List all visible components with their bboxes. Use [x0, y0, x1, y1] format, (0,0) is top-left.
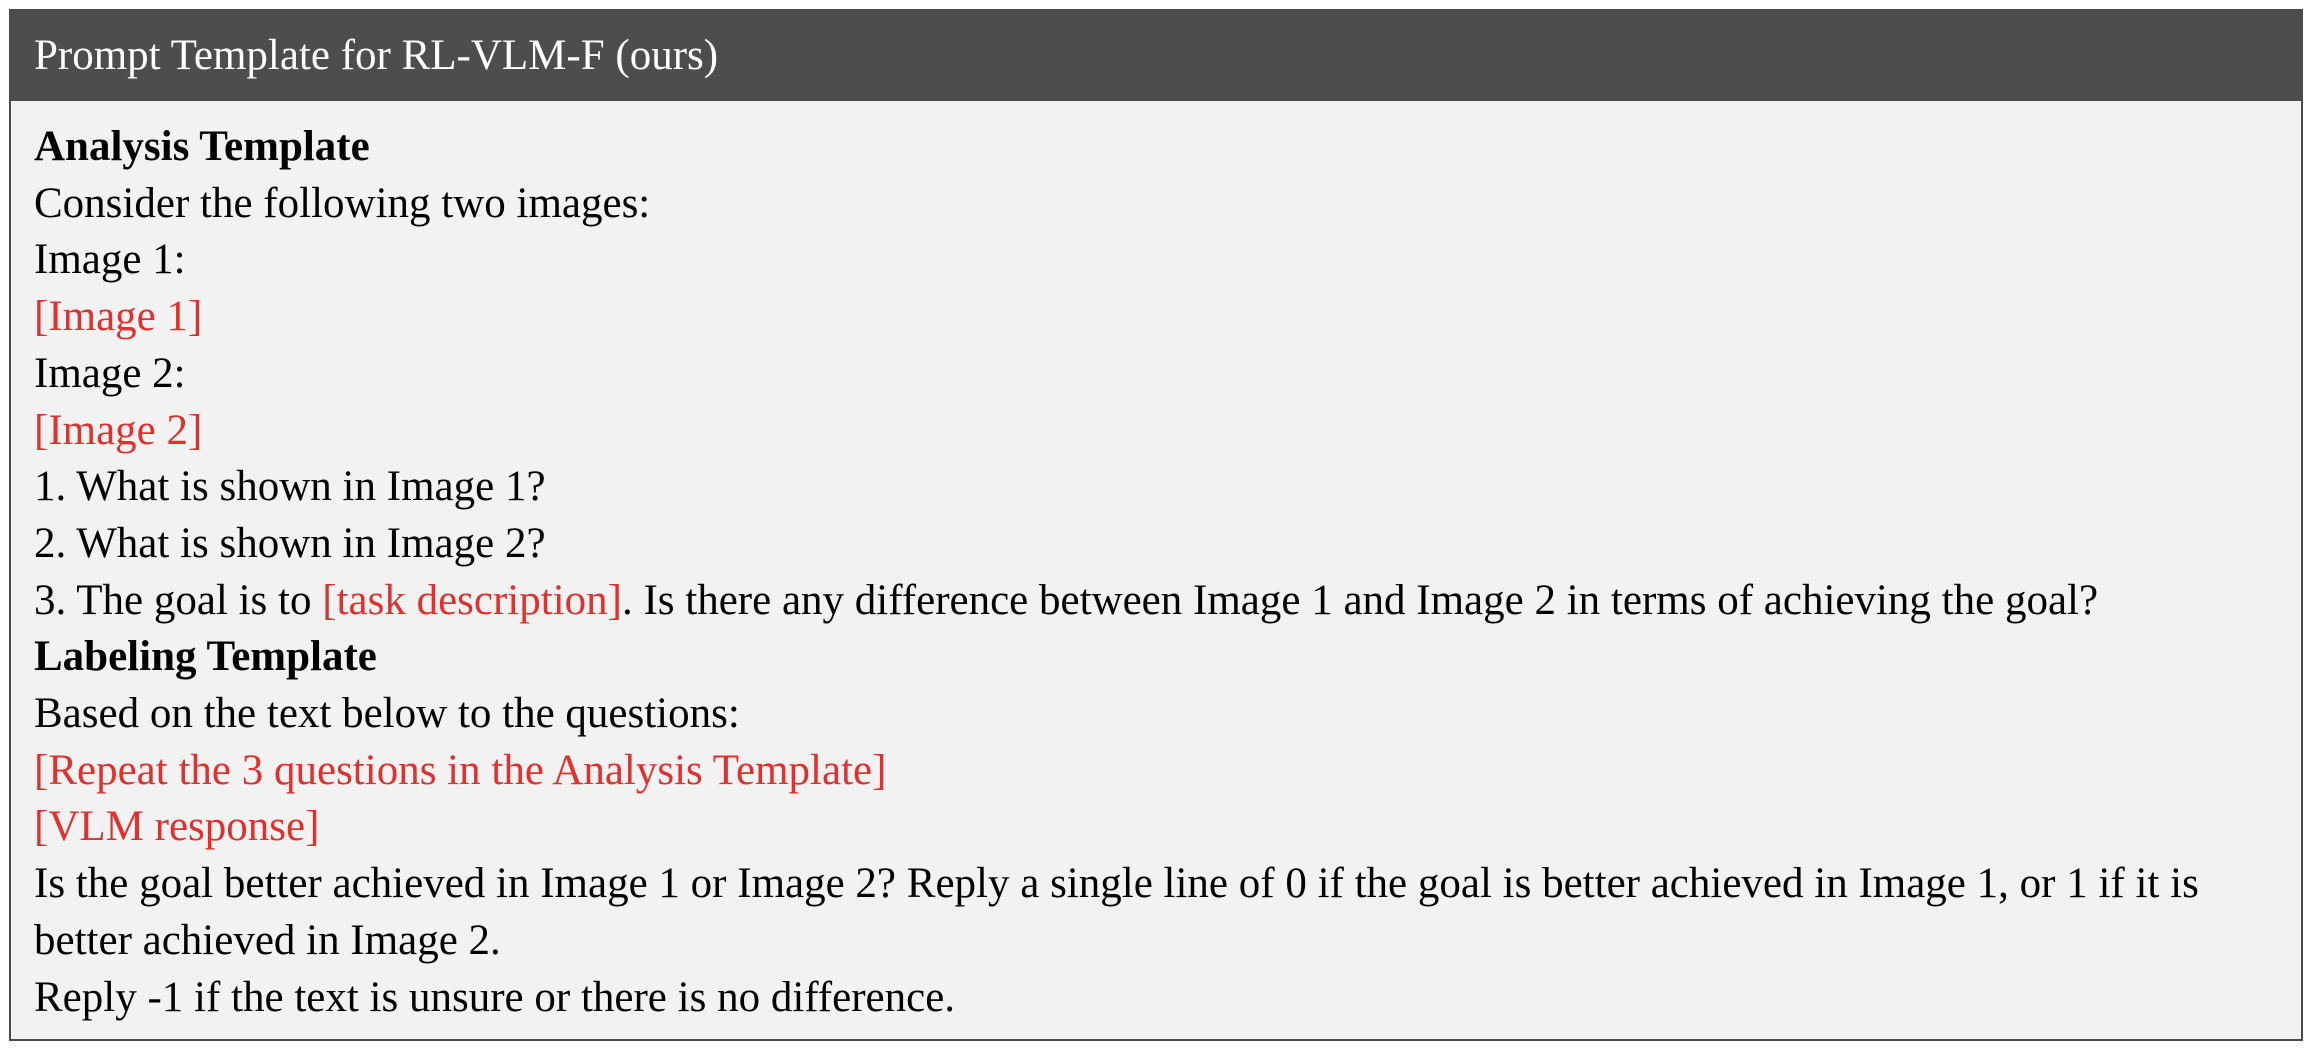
question-3-prefix: 3. The goal is to [34, 576, 323, 624]
repeat-questions-placeholder: [Repeat the 3 questions in the Analysis … [34, 746, 887, 794]
task-description-placeholder: [task description] [322, 576, 622, 624]
image1-label: Image 1: [34, 236, 186, 284]
analysis-heading: Analysis Template [34, 123, 370, 170]
prompt-template-box: Prompt Template for RL-VLM-F (ours) Anal… [9, 9, 2303, 1041]
question-2: 2. What is shown in Image 2? [34, 519, 546, 567]
question-3: 3. The goal is to [task description]. Is… [34, 573, 2301, 630]
question-3-suffix: . Is there any difference between Image … [621, 576, 2099, 624]
labeling-heading: Labeling Template [34, 633, 377, 681]
labeling-fallback: Reply -1 if the text is unsure or there … [34, 973, 956, 1021]
vlm-response-placeholder: [VLM response] [34, 803, 320, 851]
template-content: Analysis Template Consider the following… [11, 101, 2301, 1026]
template-title: Prompt Template for RL-VLM-F (ours) [11, 11, 2301, 101]
question-1: 1. What is shown in Image 1? [34, 463, 546, 511]
labeling-intro: Based on the text below to the questions… [34, 690, 740, 738]
image1-placeholder: [Image 1] [34, 293, 203, 341]
labeling-instruction: Is the goal better achieved in Image 1 o… [34, 860, 2199, 964]
image2-label: Image 2: [34, 349, 186, 397]
image2-placeholder: [Image 2] [34, 406, 203, 454]
analysis-intro: Consider the following two images: [34, 179, 651, 227]
